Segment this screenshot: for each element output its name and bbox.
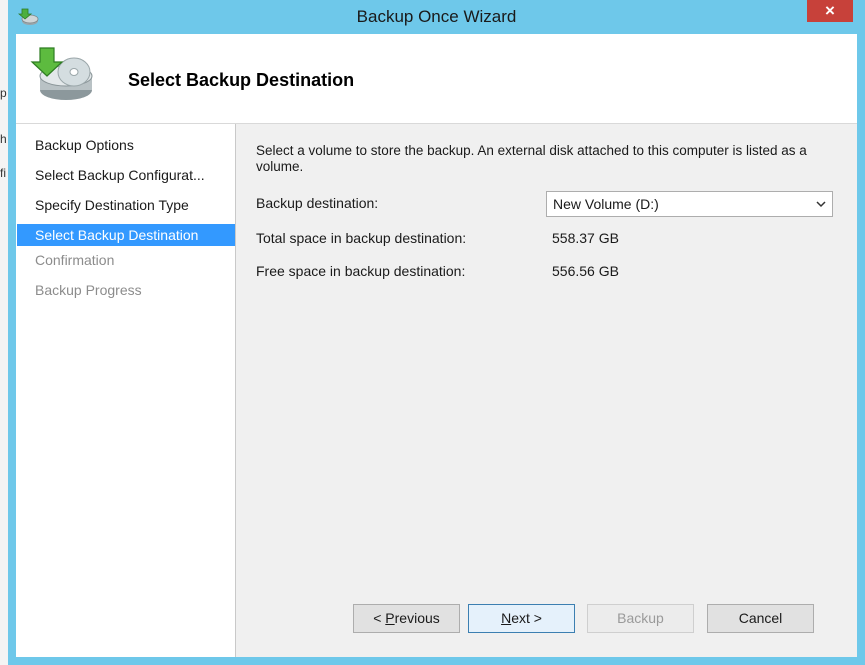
- wizard-steps-nav: Backup Options Select Backup Configurat.…: [16, 124, 236, 657]
- page-title: Select Backup Destination: [128, 70, 355, 90]
- wizard-window: Backup Once Wizard × Select Backup Desti…: [8, 0, 865, 665]
- backup-button-label: Backup: [617, 610, 664, 626]
- cancel-button[interactable]: Cancel: [707, 604, 814, 633]
- background-text: h: [0, 132, 7, 146]
- total-space-label: Total space in backup destination:: [256, 230, 467, 246]
- step-backup-progress: Backup Progress: [35, 282, 142, 298]
- step-select-backup-configuration[interactable]: Select Backup Configurat...: [17, 164, 235, 186]
- step-backup-options[interactable]: Backup Options: [17, 134, 235, 156]
- wizard-content: Select a volume to store the backup. An …: [256, 124, 856, 657]
- window-title: Backup Once Wizard: [356, 7, 517, 26]
- cancel-button-label: Cancel: [738, 610, 783, 626]
- next-button-mnemonic: N: [501, 610, 512, 626]
- next-button-label: ext >: [511, 610, 542, 626]
- close-button[interactable]: ×: [807, 0, 853, 22]
- step-specify-destination-type[interactable]: Specify Destination Type: [17, 194, 235, 216]
- close-icon: ×: [825, 1, 835, 20]
- wizard-header: Select Backup Destination: [16, 34, 857, 123]
- backup-destination-label: Backup destination:: [256, 195, 379, 211]
- step-confirmation: Confirmation: [35, 252, 115, 268]
- background-text: p: [0, 86, 7, 100]
- free-space-label: Free space in backup destination:: [256, 263, 466, 279]
- background-text: fi: [0, 166, 6, 180]
- previous-button-mnemonic: P: [385, 610, 395, 626]
- title-bar[interactable]: Backup Once Wizard ×: [8, 0, 865, 34]
- previous-button-label: revious: [394, 610, 440, 626]
- total-space-value: 558.37 GB: [552, 230, 619, 246]
- backup-destination-dropdown[interactable]: New Volume (D:): [546, 191, 833, 217]
- chevron-down-icon: [816, 201, 826, 208]
- backup-disk-icon: [30, 47, 93, 100]
- instructions-text: Select a volume to store the backup. An …: [256, 143, 807, 174]
- previous-button-prefix: <: [373, 610, 386, 626]
- backup-button: Backup: [587, 604, 694, 633]
- free-space-value: 556.56 GB: [552, 263, 619, 279]
- next-button[interactable]: Next >: [468, 604, 575, 633]
- backup-destination-value: New Volume (D:): [553, 196, 659, 212]
- wizard-client-area: Select Backup Destination Backup Options…: [16, 34, 857, 657]
- step-select-backup-destination[interactable]: Select Backup Destination: [17, 224, 235, 246]
- previous-button[interactable]: < Previous: [353, 604, 460, 633]
